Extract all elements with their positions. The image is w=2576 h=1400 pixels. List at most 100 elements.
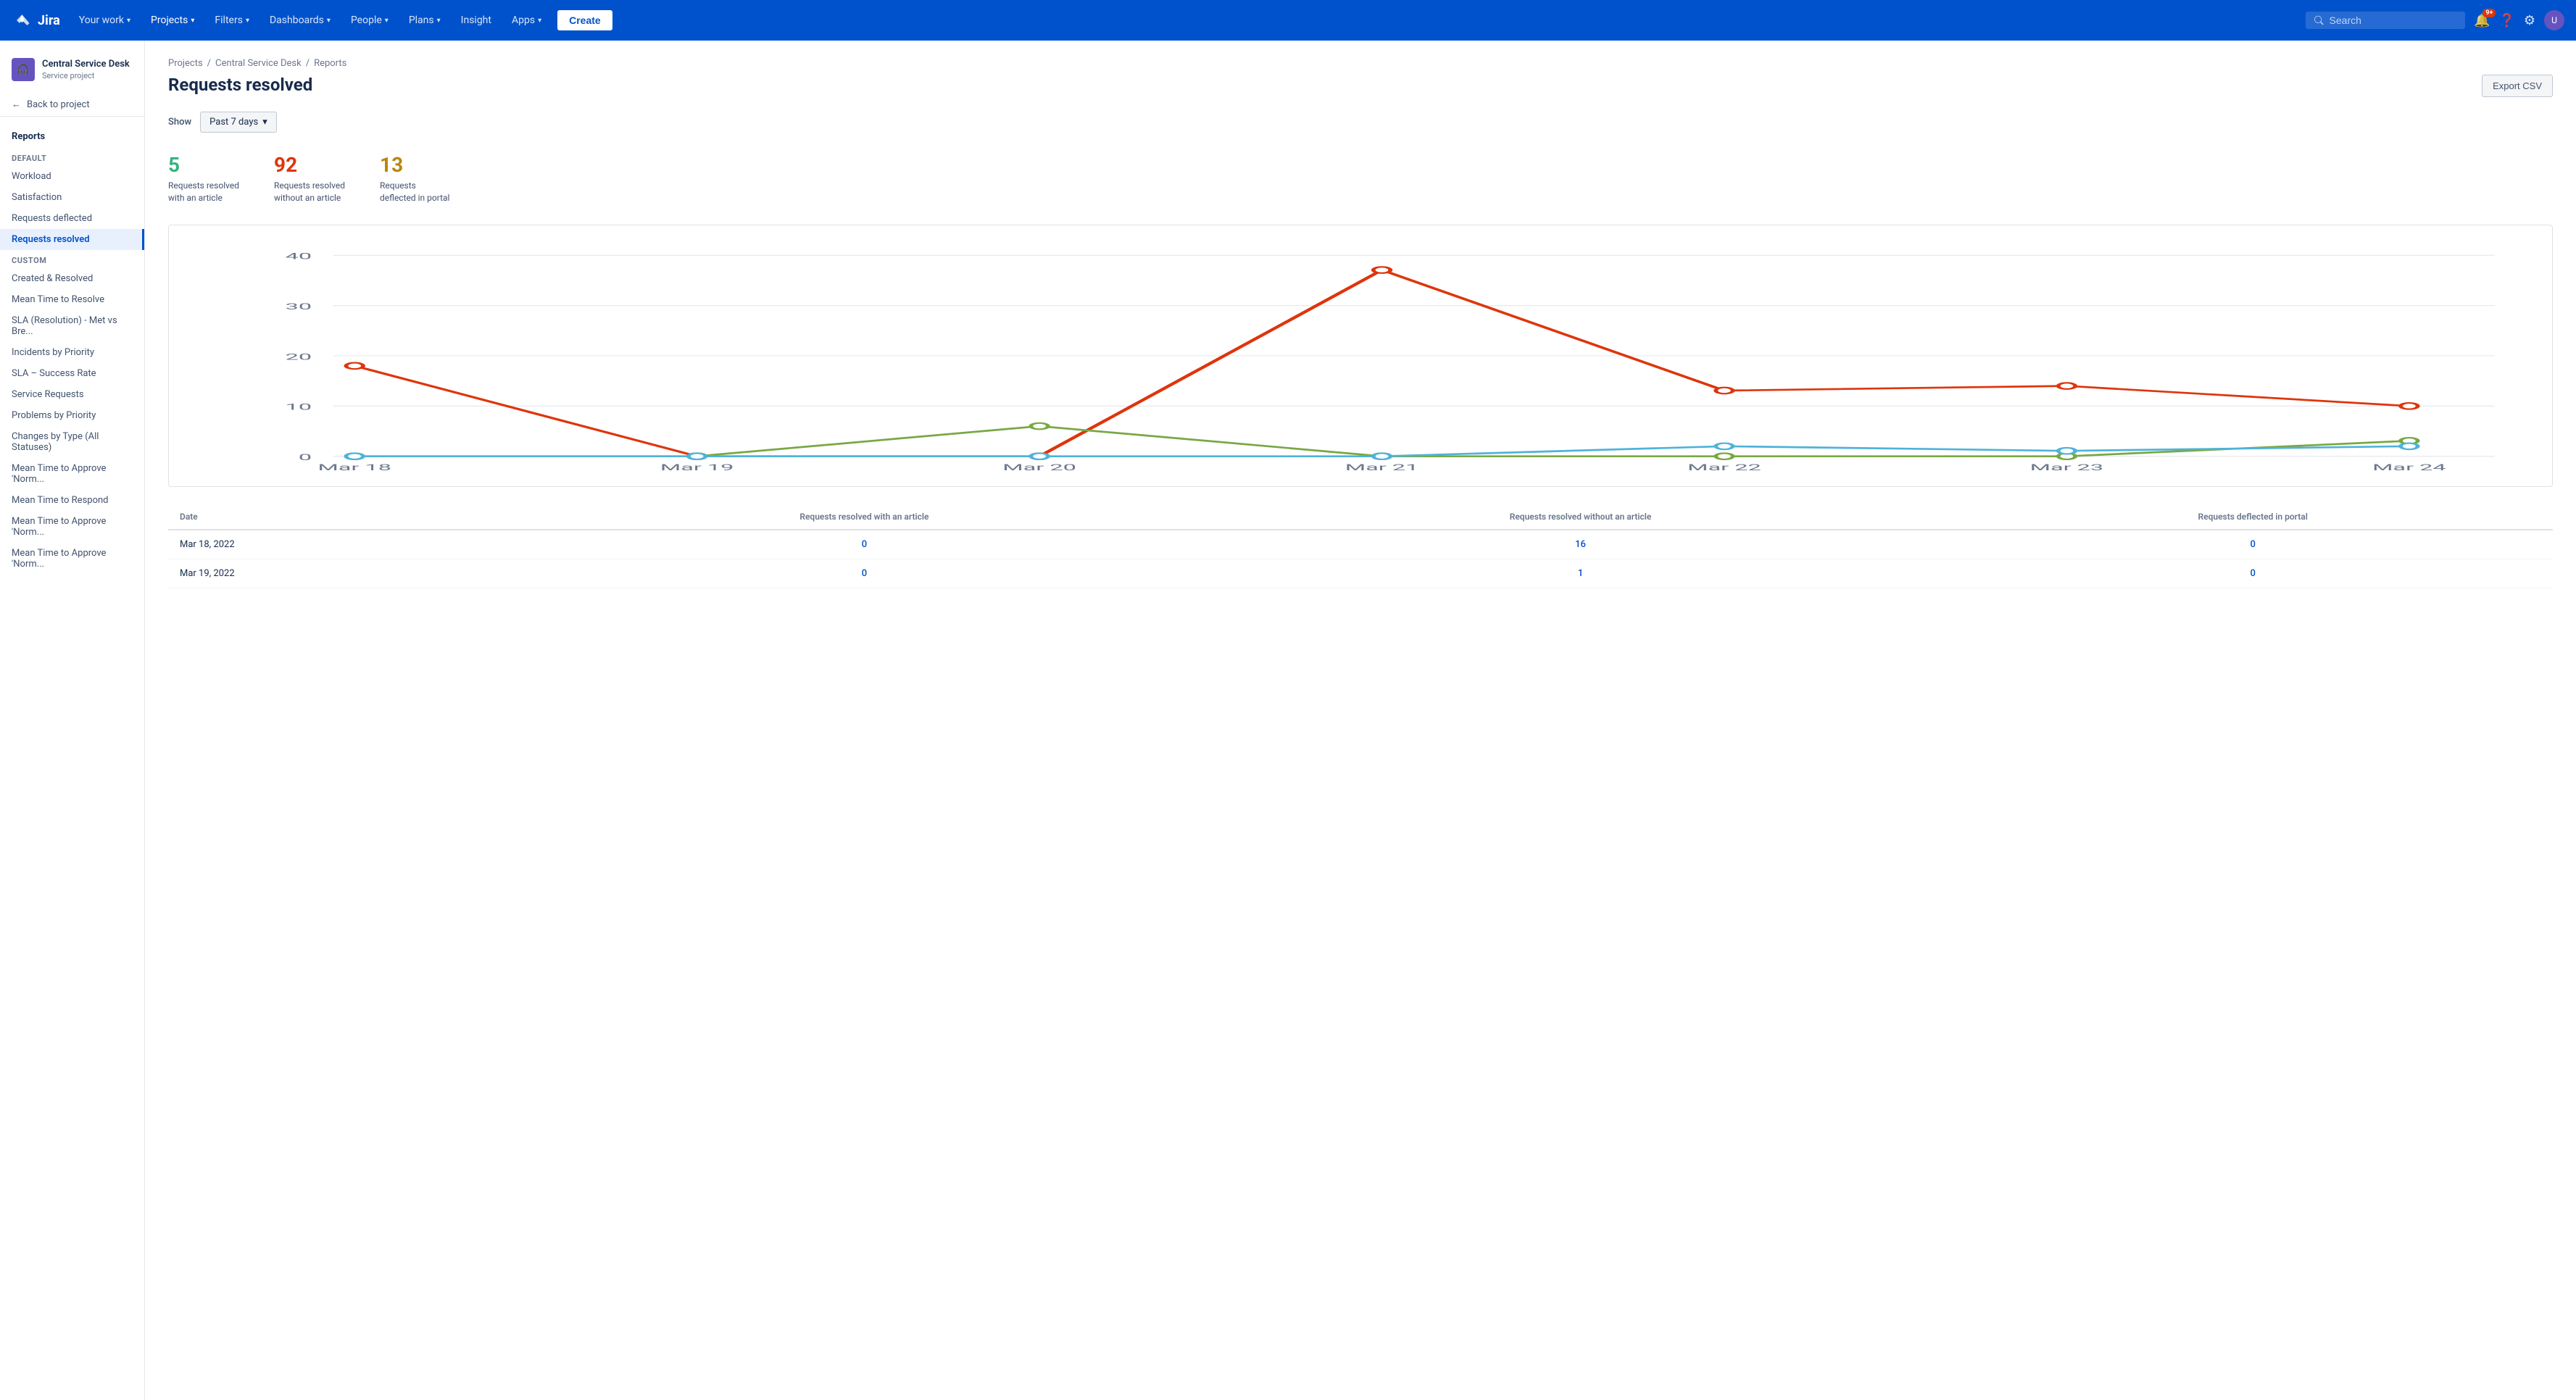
dot-blue-6 [2401,443,2418,449]
chevron-down-icon: ▾ [327,17,331,25]
layout: 🎧 Central Service Desk Service project ←… [0,41,2576,1400]
sidebar-project: 🎧 Central Service Desk Service project [0,52,144,93]
nav-plans[interactable]: Plans ▾ [402,10,448,30]
td-with-article-1: 0 [520,559,1208,588]
notification-badge: 9+ [2482,9,2496,17]
sidebar-item-service-requests[interactable]: Service Requests [0,384,144,405]
show-label: Show [168,117,191,128]
td-date-1: Mar 19, 2022 [168,559,520,588]
filter-row: Show Past 7 days ▾ [168,112,2553,133]
chevron-down-icon: ▾ [246,17,249,25]
x-label-mar20: Mar 20 [1002,462,1076,472]
sidebar-item-changes-type[interactable]: Changes by Type (All Statuses) [0,426,144,458]
sidebar-item-requests-deflected[interactable]: Requests deflected [0,208,144,229]
sidebar-item-mean-time-approve-2[interactable]: Mean Time to Approve 'Norm... [0,511,144,543]
stat-deflected: 13 Requestsdeflected in portal [380,153,449,204]
search-box[interactable] [2306,12,2465,29]
td-deflected-0: 0 [1953,530,2553,559]
nav-insight[interactable]: Insight [454,10,499,30]
chart-area: 0 10 20 30 40 Mar 18 Mar 19 Mar 20 Mar 2… [183,240,2538,472]
chevron-down-icon: ▾ [385,17,389,25]
create-button[interactable]: Create [557,10,612,30]
avatar[interactable]: U [2544,10,2564,30]
nav-people[interactable]: People ▾ [344,10,396,30]
project-name: Central Service Desk [42,59,130,71]
y-label-10: 10 [286,401,312,412]
topnav: Jira Your work ▾ Projects ▾ Filters ▾ Da… [0,0,2576,41]
stat-number-deflected: 13 [380,153,449,177]
sidebar-item-requests-resolved[interactable]: Requests resolved [0,229,144,250]
sidebar-item-incidents-priority[interactable]: Incidents by Priority [0,342,144,363]
chart-container: 0 10 20 30 40 Mar 18 Mar 19 Mar 20 Mar 2… [168,225,2553,487]
dot-blue-3 [1374,453,1391,459]
logo[interactable]: Jira [12,10,60,30]
notification-icon[interactable]: 🔔 9+ [2474,13,2490,28]
stat-label-with-article: Requests resolvedwith an article [168,180,239,204]
settings-icon[interactable]: ⚙ [2524,13,2535,28]
th-with-article: Requests resolved with an article [520,504,1208,530]
td-deflected-1: 0 [1953,559,2553,588]
dot-red-6 [2401,403,2418,409]
td-without-article-0: 16 [1208,530,1953,559]
default-section-title: DEFAULT [0,148,144,166]
x-label-mar21: Mar 21 [1345,462,1419,472]
y-label-20: 20 [286,351,312,362]
sidebar-item-mean-time-approve-1[interactable]: Mean Time to Approve 'Norm... [0,458,144,490]
period-value: Past 7 days [209,117,258,128]
period-select[interactable]: Past 7 days ▾ [200,112,277,133]
page-title: Requests resolved [168,75,312,95]
dot-red-5 [2058,383,2076,389]
sidebar-item-sla-success-rate[interactable]: SLA – Success Rate [0,363,144,384]
series-with-article-line [354,426,2409,457]
chevron-down-icon: ▾ [437,17,441,25]
help-icon[interactable]: ❓ [2498,13,2514,28]
nav-your-work[interactable]: Your work ▾ [72,10,138,30]
sidebar-item-workload[interactable]: Workload [0,166,144,187]
breadcrumb: Projects / Central Service Desk / Report… [168,58,2553,69]
dot-red-0 [346,362,363,369]
y-label-40: 40 [286,251,312,261]
topnav-right: 🔔 9+ ❓ ⚙ U [2306,10,2564,30]
breadcrumb-central-service-desk[interactable]: Central Service Desk [215,58,302,69]
dot-blue-4 [1716,443,1733,449]
export-csv-button[interactable]: Export CSV [2482,75,2553,97]
page-header: Requests resolved Export CSV [168,75,2553,97]
y-label-30: 30 [286,301,312,312]
logo-text: Jira [38,13,60,28]
nav-apps[interactable]: Apps ▾ [504,10,549,30]
chevron-down-icon: ▾ [191,17,194,25]
data-table: Date Requests resolved with an article R… [168,504,2553,588]
series-without-article-line [354,270,2409,456]
sidebar-item-sla-resolution[interactable]: SLA (Resolution) - Met vs Bre... [0,310,144,342]
sidebar-item-created-resolved[interactable]: Created & Resolved [0,268,144,289]
sidebar-item-mean-time-resolve[interactable]: Mean Time to Resolve [0,289,144,310]
x-label-mar23: Mar 23 [2030,462,2104,472]
back-icon: ← [12,99,21,110]
chevron-down-icon: ▾ [538,17,541,25]
td-with-article-0: 0 [520,530,1208,559]
breadcrumb-reports: Reports [314,58,346,69]
x-label-mar19: Mar 19 [660,462,734,472]
th-without-article: Requests resolved without an article [1208,504,1953,530]
nav-projects[interactable]: Projects ▾ [144,10,201,30]
sidebar-item-problems-priority[interactable]: Problems by Priority [0,405,144,426]
back-to-project[interactable]: ← Back to project [0,93,144,117]
sidebar-item-mean-time-respond[interactable]: Mean Time to Respond [0,490,144,511]
dot-red-3 [1374,267,1391,273]
sidebar-item-mean-time-approve-3[interactable]: Mean Time to Approve 'Norm... [0,543,144,575]
dot-green-2 [1031,422,1048,429]
dot-blue-0 [346,453,363,459]
nav-filters[interactable]: Filters ▾ [207,10,257,30]
dot-blue-1 [689,453,706,459]
breadcrumb-projects[interactable]: Projects [168,58,203,69]
search-icon [2314,15,2324,25]
search-input[interactable] [2330,14,2456,26]
stat-label-without-article: Requests resolvedwithout an article [274,180,345,204]
stat-without-article: 92 Requests resolvedwithout an article [274,153,345,204]
dot-red-4 [1716,387,1733,393]
sidebar-item-satisfaction[interactable]: Satisfaction [0,187,144,208]
nav-dashboards[interactable]: Dashboards ▾ [262,10,338,30]
chevron-down-icon: ▾ [262,117,267,128]
td-without-article-1: 1 [1208,559,1953,588]
stats-row: 5 Requests resolvedwith an article 92 Re… [168,153,2553,204]
